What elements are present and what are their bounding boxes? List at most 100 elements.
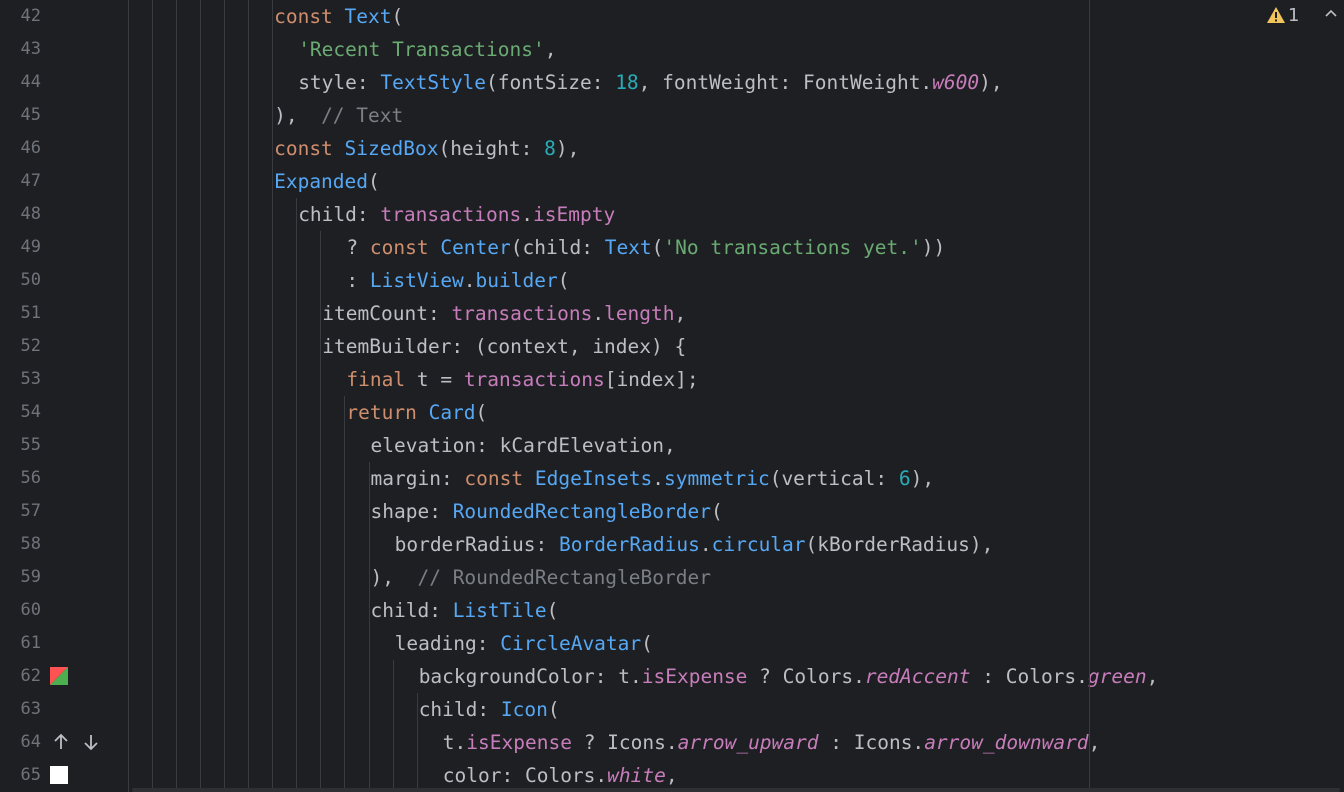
code-token: ( xyxy=(368,170,380,193)
code-token: const xyxy=(464,467,535,490)
code-token: child: xyxy=(370,599,453,622)
color-swatch-icon[interactable] xyxy=(50,766,68,784)
code-token: ), xyxy=(979,71,1003,94)
line-number: 50 xyxy=(20,270,41,290)
code-token: itemCount: xyxy=(322,302,452,325)
code-token: ? Colors. xyxy=(747,665,865,688)
code-token: return xyxy=(346,401,429,424)
code-token: leading: xyxy=(394,632,501,655)
code-token: ? xyxy=(346,236,370,259)
code-token: const xyxy=(369,236,441,259)
code-line[interactable]: itemCount: transactions.length, xyxy=(322,297,686,330)
code-line[interactable]: style: TextStyle(fontSize: 18, fontWeigh… xyxy=(298,66,1002,99)
code-token: . xyxy=(521,203,534,226)
warning-triangle-icon xyxy=(1267,7,1285,23)
code-line[interactable]: ), // RoundedRectangleBorder xyxy=(371,561,711,594)
code-line[interactable]: margin: const EdgeInsets.symmetric(verti… xyxy=(371,462,935,495)
color-swatch-icon[interactable] xyxy=(50,667,68,685)
code-token: final xyxy=(346,368,417,391)
inspection-widget[interactable]: 1 xyxy=(1266,2,1299,28)
indent-guide xyxy=(296,198,298,792)
code-token: ListView xyxy=(369,269,464,292)
code-line[interactable]: leading: CircleAvatar( xyxy=(395,627,653,660)
code-token: . xyxy=(463,269,476,292)
code-line[interactable]: child: Icon( xyxy=(419,693,560,726)
line-number: 59 xyxy=(20,567,41,587)
code-token: ListTile xyxy=(452,599,547,622)
code-line[interactable]: 'Recent Transactions', xyxy=(298,33,556,66)
line-number: 63 xyxy=(20,699,41,719)
line-number-gutter[interactable]: 42 43 44 45 46 47 48 49 50 51 52 53 54 55 56 57 58 59 60 61… xyxy=(0,0,128,792)
code-token: child: xyxy=(298,203,381,226)
indent-guide xyxy=(199,0,201,792)
code-line[interactable]: const Text( xyxy=(274,0,403,33)
code-token: , xyxy=(1146,665,1159,688)
code-token: child: xyxy=(418,698,501,721)
code-token: BorderRadius xyxy=(558,533,700,556)
code-token: // RoundedRectangleBorder xyxy=(417,566,711,589)
code-token: ( xyxy=(547,698,560,721)
line-number: 47 xyxy=(20,171,41,191)
indent-guide xyxy=(368,462,370,792)
code-token: : Icons. xyxy=(818,731,925,754)
code-line[interactable]: const SizedBox(height: 8), xyxy=(274,132,579,165)
indent-guide xyxy=(416,693,418,792)
code-line[interactable]: final t = transactions[index]; xyxy=(346,363,698,396)
code-line[interactable]: ? const Center(child: Text('No transacti… xyxy=(346,231,945,264)
code-line[interactable]: elevation: kCardElevation, xyxy=(371,429,676,462)
code-token: // Text xyxy=(321,104,404,127)
code-line[interactable]: child: transactions.isEmpty xyxy=(298,198,615,231)
code-token: arrow_upward xyxy=(677,731,819,754)
code-token: ), xyxy=(555,137,580,160)
code-line[interactable]: shape: RoundedRectangleBorder( xyxy=(371,495,723,528)
code-editor[interactable]: const Text('Recent Transactions', style: … xyxy=(128,0,1344,792)
code-token: . xyxy=(652,467,665,490)
code-token: length xyxy=(604,302,675,325)
code-token: , xyxy=(544,38,557,61)
code-line[interactable]: t.isExpense ? Icons.arrow_upward : Icons… xyxy=(443,726,1101,759)
code-line[interactable]: : ListView.builder( xyxy=(346,264,569,297)
code-token: ), xyxy=(370,566,418,589)
code-token: transactions xyxy=(451,302,593,325)
code-token: (child: xyxy=(510,236,605,259)
code-token: ? Icons. xyxy=(571,731,678,754)
indent-guide xyxy=(272,0,274,792)
code-token: 'No transactions yet.' xyxy=(663,236,922,259)
code-token: green xyxy=(1087,665,1147,688)
line-number: 64 xyxy=(20,732,41,752)
code-token: 6 xyxy=(898,467,911,490)
code-line[interactable]: Expanded( xyxy=(274,165,380,198)
code-line[interactable]: borderRadius: BorderRadius.circular(kBor… xyxy=(395,528,994,561)
code-token: builder xyxy=(475,269,558,292)
indent-guide xyxy=(175,0,177,792)
code-token: style: xyxy=(298,71,381,94)
line-number: 58 xyxy=(20,534,41,554)
code-line[interactable]: backgroundColor: t.isExpense ? Colors.re… xyxy=(419,660,1159,693)
code-token: color: Colors. xyxy=(442,764,608,787)
code-token: Card xyxy=(428,401,476,424)
arrow-up-icon[interactable] xyxy=(51,732,71,752)
code-line[interactable]: ), // Text xyxy=(274,99,403,132)
code-token: , xyxy=(1088,731,1101,754)
code-token: margin: xyxy=(370,467,465,490)
line-number: 42 xyxy=(20,6,41,26)
line-number: 53 xyxy=(20,369,41,389)
code-token: Text xyxy=(344,5,392,28)
line-number: 61 xyxy=(20,633,41,653)
line-number: 56 xyxy=(20,468,41,488)
arrow-down-icon[interactable] xyxy=(81,732,101,752)
code-token: ( xyxy=(557,269,570,292)
code-line[interactable]: child: ListTile( xyxy=(371,594,559,627)
code-line[interactable]: itemBuilder: (context, index) { xyxy=(322,330,686,363)
line-number: 43 xyxy=(20,39,41,59)
code-token: Expanded xyxy=(274,170,369,193)
line-number: 57 xyxy=(20,501,41,521)
horizontal-scrollbar[interactable] xyxy=(132,788,1340,792)
indent-guide xyxy=(344,396,346,792)
indent-guide xyxy=(128,0,129,792)
chevron-up-icon[interactable] xyxy=(1322,4,1340,22)
code-line[interactable]: return Card( xyxy=(346,396,487,429)
code-token: TextStyle xyxy=(380,71,487,94)
code-token: . xyxy=(699,533,712,556)
code-token: (fontSize: xyxy=(486,71,616,94)
